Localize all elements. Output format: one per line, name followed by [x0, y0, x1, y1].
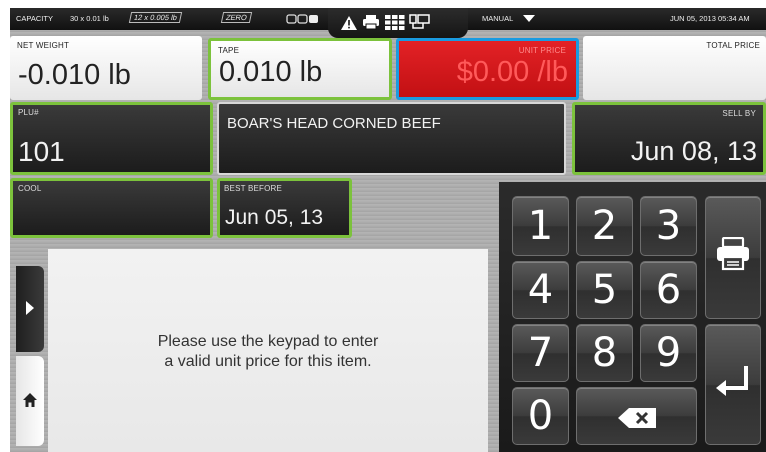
toggle-indicator-icon	[286, 13, 322, 27]
total-price-field: TOTAL PRICE	[583, 36, 766, 100]
unit-price-field[interactable]: UNIT PRICE $0.00 /lb	[396, 38, 579, 100]
backspace-key[interactable]	[576, 387, 697, 445]
capacity-label: CAPACITY	[16, 14, 53, 23]
best-before-label: BEST BEFORE	[224, 184, 283, 193]
sell-by-field[interactable]: SELL BY Jun 08, 13	[572, 102, 766, 175]
capacity-range-2: 12 x 0.005 lb	[128, 12, 183, 23]
plu-field[interactable]: PLU# 101	[10, 102, 213, 175]
unit-price-label: UNIT PRICE	[518, 46, 566, 55]
dropdown-arrow-icon	[523, 14, 536, 24]
keypad: 1 2 3 4 5 6 7 8 9 0	[499, 182, 766, 452]
key-9[interactable]: 9	[640, 324, 697, 382]
message-panel: Please use the keypad to enter a valid u…	[48, 249, 488, 452]
net-weight-value: -0.010 lb	[18, 59, 131, 91]
key-2[interactable]: 2	[576, 196, 633, 256]
key-6[interactable]: 6	[640, 261, 697, 319]
unit-price-value: $0.00 /lb	[456, 56, 568, 88]
key-7[interactable]: 7	[512, 324, 569, 382]
key-1[interactable]: 1	[512, 196, 569, 256]
printer-icon	[715, 235, 751, 281]
warning-icon	[340, 15, 358, 36]
plu-label: PLU#	[18, 108, 39, 117]
key-4[interactable]: 4	[512, 261, 569, 319]
total-price-label: TOTAL PRICE	[706, 41, 760, 50]
key-5[interactable]: 5	[576, 261, 633, 319]
home-icon	[22, 392, 38, 413]
mode-tab	[328, 8, 468, 38]
cool-label: COOL	[18, 184, 42, 193]
key-8[interactable]: 8	[576, 324, 633, 382]
net-weight-field: NET WEIGHT -0.010 lb	[10, 36, 202, 100]
best-before-value: Jun 05, 13	[225, 206, 324, 229]
grid-icon	[385, 14, 405, 35]
expand-side-tab[interactable]	[16, 266, 44, 352]
capacity-range-1: 30 x 0.01 lb	[70, 14, 109, 23]
print-key[interactable]	[705, 196, 761, 319]
tare-field[interactable]: TAPE 0.010 lb	[208, 38, 392, 100]
backspace-icon	[617, 393, 657, 439]
key-3[interactable]: 3	[640, 196, 697, 256]
sell-by-value: Jun 08, 13	[630, 136, 757, 166]
message-text: Please use the keypad to enter a valid u…	[48, 332, 488, 372]
item-description: BOAR'S HEAD CORNED BEEF	[227, 115, 441, 132]
tare-label: TAPE	[218, 46, 240, 55]
network-icon	[409, 13, 431, 36]
best-before-field[interactable]: BEST BEFORE Jun 05, 13	[217, 178, 352, 238]
plu-value: 101	[18, 136, 65, 167]
enter-icon	[714, 362, 752, 408]
home-side-tab[interactable]	[16, 356, 44, 446]
cool-field[interactable]: COOL	[10, 178, 213, 238]
expand-arrow-icon	[25, 300, 35, 321]
key-0[interactable]: 0	[512, 387, 569, 445]
message-line-1: Please use the keypad to enter	[157, 333, 379, 350]
description-field[interactable]: BOAR'S HEAD CORNED BEEF	[217, 102, 566, 175]
printer-status-icon	[362, 14, 380, 35]
datetime: JUN 05, 2013 05:34 AM	[670, 14, 750, 23]
tare-value: 0.010 lb	[219, 56, 323, 88]
net-weight-label: NET WEIGHT	[17, 41, 70, 50]
zero-indicator: ZERO	[220, 12, 253, 23]
message-line-2: a valid unit price for this item.	[164, 353, 372, 370]
mode-dropdown[interactable]: MANUAL	[482, 14, 536, 24]
sell-by-label: SELL BY	[722, 109, 756, 118]
enter-key[interactable]	[705, 324, 761, 445]
scale-screen: CAPACITY 30 x 0.01 lb 12 x 0.005 lb ZERO	[10, 8, 766, 452]
